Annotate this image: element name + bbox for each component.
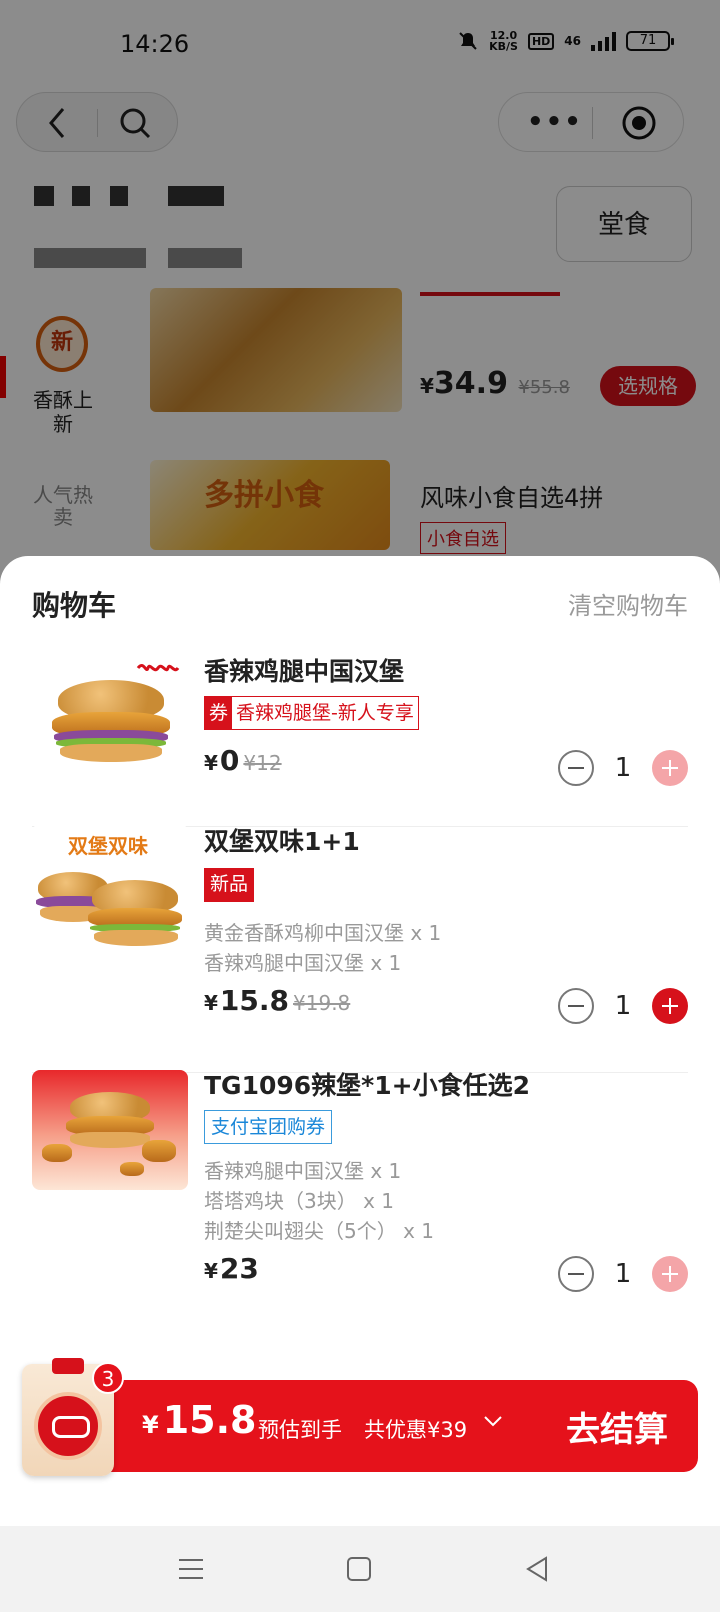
coupon-mark: 券: [205, 697, 233, 729]
cart-item: TG1096辣堡*1+小食任选2 支付宝团购券 香辣鸡腿中国汉堡 x 1 塔塔鸡…: [32, 1066, 688, 1306]
quantity-stepper: 1: [558, 750, 688, 786]
clear-cart-button[interactable]: 清空购物车: [568, 586, 688, 621]
item-thumbnail: 双堡双味: [32, 824, 188, 950]
item-component: 荆楚尖叫翅尖（5个） x 1: [204, 1219, 434, 1243]
increase-button[interactable]: [652, 988, 688, 1024]
quantity-stepper: 1: [558, 1256, 688, 1292]
discount-summary[interactable]: 共优惠¥39: [364, 1414, 467, 1444]
item-name: 双堡双味1+1: [204, 827, 360, 856]
brand-logo: [34, 1392, 102, 1460]
item-thumbnail: [32, 1070, 188, 1190]
chili-pepper-icon: [136, 663, 180, 672]
alipay-voucher-tag: 支付宝团购券: [204, 1110, 333, 1144]
bag-handle: [52, 1358, 84, 1374]
estimate-label: 预估到手: [258, 1418, 342, 1442]
system-navigation-bar: [0, 1526, 720, 1612]
item-old-price: ¥12: [243, 751, 282, 775]
home-square-icon[interactable]: [344, 1554, 374, 1584]
item-price: ¥0 ¥12: [204, 744, 282, 777]
cart-item: 香辣鸡腿中国汉堡 券 香辣鸡腿堡-新人专享 ¥0 ¥12 1: [32, 646, 688, 806]
item-old-price: ¥19.8: [293, 991, 351, 1015]
cart-item: 双堡双味 双堡双味1+1 新品 黄金香酥鸡柳中国汉堡 x 1 香辣鸡腿中国汉堡 …: [32, 820, 688, 1060]
thumbnail-caption: 双堡双味: [68, 834, 148, 858]
coupon-text: 香辣鸡腿堡-新人专享: [236, 702, 414, 724]
quantity-value: 1: [614, 1259, 632, 1289]
checkout-total: ¥15.8: [142, 1398, 257, 1442]
decrease-button[interactable]: [558, 988, 594, 1024]
coupon-tag: 券 香辣鸡腿堡-新人专享: [204, 696, 419, 730]
item-component: 黄金香酥鸡柳中国汉堡 x 1: [204, 921, 442, 945]
quantity-value: 1: [614, 991, 632, 1021]
chevron-down-icon[interactable]: [482, 1410, 504, 1432]
increase-button[interactable]: [652, 1256, 688, 1292]
checkout-bar: ¥15.8 预估到手 共优惠¥39 去结算: [36, 1380, 698, 1472]
cart-title: 购物车: [32, 589, 117, 622]
cart-count-badge: 3: [92, 1362, 124, 1394]
item-thumbnail: [32, 650, 188, 770]
increase-button[interactable]: [652, 750, 688, 786]
item-component: 香辣鸡腿中国汉堡 x 1: [204, 951, 402, 975]
quantity-value: 1: [614, 753, 632, 783]
item-price: ¥15.8 ¥19.8: [204, 984, 351, 1017]
decrease-button[interactable]: [558, 1256, 594, 1292]
back-triangle-icon[interactable]: [522, 1554, 552, 1584]
decrease-button[interactable]: [558, 750, 594, 786]
item-name: TG1096辣堡*1+小食任选2: [204, 1071, 530, 1100]
quantity-stepper: 1: [558, 988, 688, 1024]
menu-lines-icon[interactable]: [176, 1554, 206, 1584]
item-price: ¥23: [204, 1252, 259, 1285]
item-component: 塔塔鸡块（3块） x 1: [204, 1189, 394, 1213]
new-tag: 新品: [204, 868, 255, 902]
item-name: 香辣鸡腿中国汉堡: [204, 657, 405, 686]
checkout-button[interactable]: 去结算: [566, 1402, 668, 1451]
item-component: 香辣鸡腿中国汉堡 x 1: [204, 1159, 402, 1183]
